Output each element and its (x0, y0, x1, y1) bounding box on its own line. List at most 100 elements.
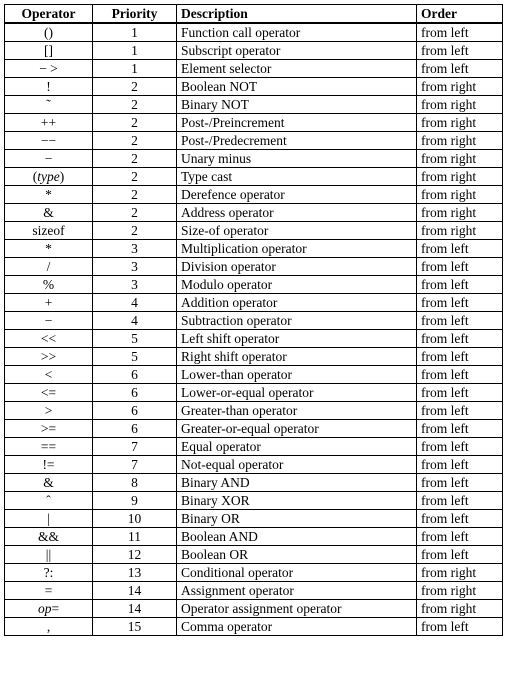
cell-description: Binary AND (177, 474, 417, 492)
cell-order: from left (417, 420, 503, 438)
cell-priority: 2 (93, 168, 177, 186)
cell-description: Greater-or-equal operator (177, 420, 417, 438)
cell-operator: | (5, 510, 93, 528)
operator-precedence-table: Operator Priority Description Order ()1F… (4, 4, 503, 636)
cell-operator: >> (5, 348, 93, 366)
cell-operator: >= (5, 420, 93, 438)
cell-order: from right (417, 600, 503, 618)
table-row: &8Binary ANDfrom left (5, 474, 503, 492)
cell-priority: 10 (93, 510, 177, 528)
cell-description: Modulo operator (177, 276, 417, 294)
header-priority: Priority (93, 5, 177, 24)
cell-description: Binary NOT (177, 96, 417, 114)
table-row: (type)2Type castfrom right (5, 168, 503, 186)
cell-priority: 15 (93, 618, 177, 636)
table-row: <=6Lower-or-equal operatorfrom left (5, 384, 503, 402)
cell-priority: 3 (93, 258, 177, 276)
cell-priority: 2 (93, 96, 177, 114)
table-row: − >1Element selectorfrom left (5, 60, 503, 78)
table-row: >6Greater-than operatorfrom left (5, 402, 503, 420)
cell-order: from right (417, 168, 503, 186)
table-row: ==7Equal operatorfrom left (5, 438, 503, 456)
cell-priority: 2 (93, 204, 177, 222)
cell-priority: 2 (93, 222, 177, 240)
cell-operator: || (5, 546, 93, 564)
cell-order: from left (417, 438, 503, 456)
table-row: >=6Greater-or-equal operatorfrom left (5, 420, 503, 438)
cell-description: Subscript operator (177, 42, 417, 60)
cell-order: from left (417, 456, 503, 474)
cell-description: Operator assignment operator (177, 600, 417, 618)
cell-description: Subtraction operator (177, 312, 417, 330)
table-row: &2Address operatorfrom right (5, 204, 503, 222)
table-row: &&11Boolean ANDfrom left (5, 528, 503, 546)
cell-description: Post-/Predecrement (177, 132, 417, 150)
cell-order: from right (417, 78, 503, 96)
cell-operator: − (5, 312, 93, 330)
cell-operator: < (5, 366, 93, 384)
cell-order: from left (417, 294, 503, 312)
cell-priority: 14 (93, 600, 177, 618)
cell-operator: > (5, 402, 93, 420)
header-operator: Operator (5, 5, 93, 24)
cell-description: Comma operator (177, 618, 417, 636)
cell-priority: 1 (93, 23, 177, 42)
cell-description: Equal operator (177, 438, 417, 456)
cell-description: Addition operator (177, 294, 417, 312)
cell-order: from left (417, 276, 503, 294)
cell-priority: 5 (93, 348, 177, 366)
cell-order: from left (417, 474, 503, 492)
cell-operator: op= (5, 600, 93, 618)
cell-description: Boolean OR (177, 546, 417, 564)
cell-operator: ++ (5, 114, 93, 132)
cell-operator: ˜ (5, 96, 93, 114)
cell-priority: 7 (93, 438, 177, 456)
cell-description: Lower-than operator (177, 366, 417, 384)
cell-operator: % (5, 276, 93, 294)
cell-priority: 6 (93, 420, 177, 438)
cell-priority: 2 (93, 186, 177, 204)
table-header-row: Operator Priority Description Order (5, 5, 503, 24)
table-row: ++2Post-/Preincrementfrom right (5, 114, 503, 132)
table-row: op=14Operator assignment operatorfrom ri… (5, 600, 503, 618)
cell-description: Address operator (177, 204, 417, 222)
header-order: Order (417, 5, 503, 24)
cell-priority: 2 (93, 78, 177, 96)
cell-description: Boolean NOT (177, 78, 417, 96)
cell-description: Right shift operator (177, 348, 417, 366)
cell-order: from left (417, 258, 503, 276)
cell-priority: 1 (93, 60, 177, 78)
cell-priority: 3 (93, 240, 177, 258)
cell-operator: −− (5, 132, 93, 150)
table-row: ?:13Conditional operatorfrom right (5, 564, 503, 582)
cell-description: Type cast (177, 168, 417, 186)
table-row: <6Lower-than operatorfrom left (5, 366, 503, 384)
cell-priority: 6 (93, 402, 177, 420)
cell-priority: 1 (93, 42, 177, 60)
cell-priority: 7 (93, 456, 177, 474)
cell-order: from left (417, 510, 503, 528)
cell-priority: 2 (93, 114, 177, 132)
cell-operator: <= (5, 384, 93, 402)
cell-order: from right (417, 132, 503, 150)
cell-description: Not-equal operator (177, 456, 417, 474)
cell-order: from right (417, 150, 503, 168)
cell-priority: 6 (93, 384, 177, 402)
cell-operator: + (5, 294, 93, 312)
cell-operator: * (5, 186, 93, 204)
cell-operator: ˆ (5, 492, 93, 510)
table-row: −−2Post-/Predecrementfrom right (5, 132, 503, 150)
cell-operator: − (5, 150, 93, 168)
cell-operator: = (5, 582, 93, 600)
cell-description: Unary minus (177, 150, 417, 168)
cell-order: from right (417, 186, 503, 204)
cell-description: Greater-than operator (177, 402, 417, 420)
cell-operator: & (5, 204, 93, 222)
cell-order: from left (417, 23, 503, 42)
cell-description: Function call operator (177, 23, 417, 42)
cell-order: from left (417, 240, 503, 258)
cell-operator: [] (5, 42, 93, 60)
cell-order: from left (417, 42, 503, 60)
cell-description: Post-/Preincrement (177, 114, 417, 132)
cell-description: Assignment operator (177, 582, 417, 600)
